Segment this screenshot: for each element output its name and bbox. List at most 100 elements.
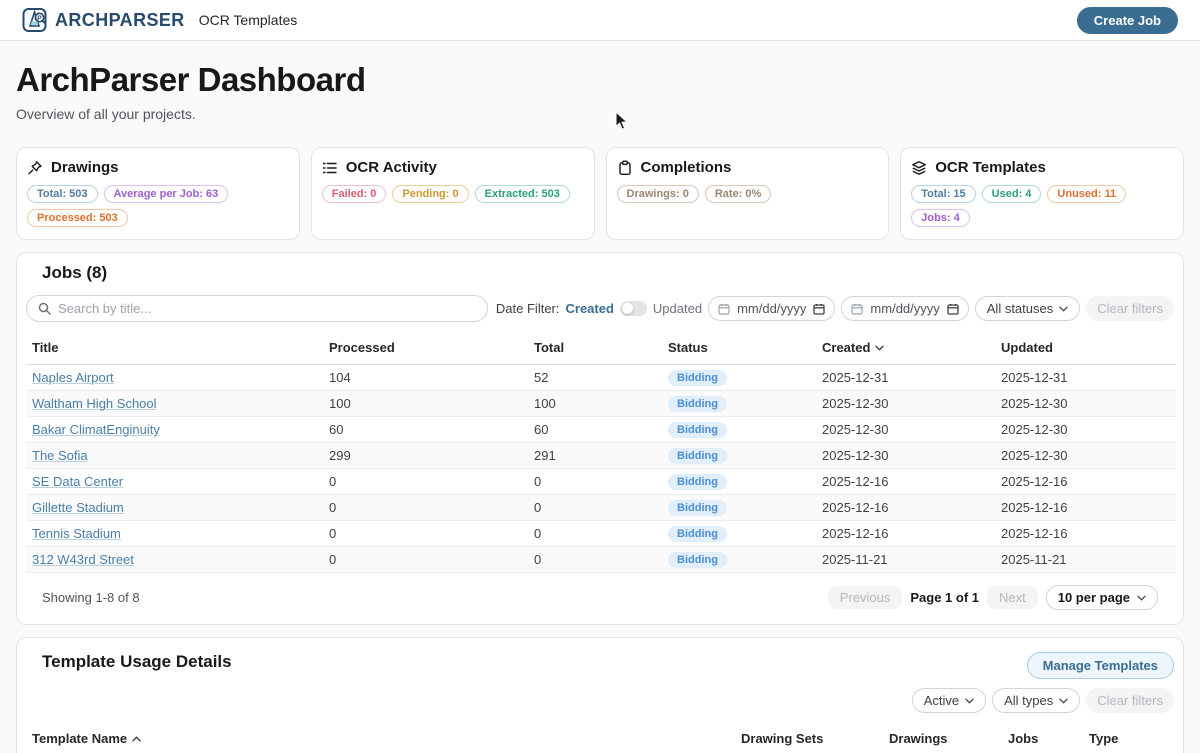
date-filter-toggle[interactable]: [620, 301, 647, 316]
job-title-link[interactable]: SE Data Center: [32, 474, 123, 489]
job-row: The Sofia 299 291 Bidding 2025-12-30 202…: [26, 443, 1176, 469]
job-status-badge: Bidding: [668, 396, 727, 412]
next-page-button[interactable]: Next: [987, 586, 1038, 609]
column-header-type[interactable]: Type: [1083, 725, 1176, 753]
job-title-cell: The Sofia: [26, 443, 323, 469]
job-status-badge: Bidding: [668, 500, 727, 516]
job-processed-cell: 60: [323, 417, 528, 443]
date-filter-label: Date Filter:: [496, 301, 560, 316]
stat-badge: Unused: 11: [1047, 185, 1126, 203]
column-header-created[interactable]: Created: [816, 334, 995, 365]
column-header-processed[interactable]: Processed: [323, 334, 528, 365]
job-status-cell: Bidding: [662, 495, 816, 521]
job-title-cell: Gillette Stadium: [26, 495, 323, 521]
job-updated-cell: 2025-12-30: [995, 417, 1176, 443]
column-header-updated[interactable]: Updated: [995, 334, 1176, 365]
job-status-badge: Bidding: [668, 448, 727, 464]
manage-templates-button[interactable]: Manage Templates: [1027, 652, 1174, 679]
stat-badge: Extracted: 503: [475, 185, 570, 203]
svg-text:P: P: [37, 15, 42, 22]
stat-badges: Total: 503Average per Job: 63Processed: …: [27, 185, 289, 227]
job-title-link[interactable]: 312 W43rd Street: [32, 552, 134, 567]
search-box: [26, 295, 488, 322]
job-title-link[interactable]: Tennis Stadium: [32, 526, 121, 541]
job-total-cell: 0: [528, 495, 662, 521]
column-header-drawings[interactable]: Drawings: [883, 725, 1002, 753]
clear-filters-button[interactable]: Clear filters: [1086, 296, 1174, 321]
stat-card-title: Drawings: [51, 159, 119, 176]
sort-desc-icon: [875, 345, 884, 351]
jobs-table-header: Title Processed Total Status Created Upd…: [26, 334, 1176, 365]
job-created-cell: 2025-12-30: [816, 443, 995, 469]
job-title-link[interactable]: The Sofia: [32, 448, 88, 463]
chevron-down-icon: [1059, 698, 1068, 704]
stat-card-completions: Completions Drawings: 0Rate: 0%: [606, 147, 890, 240]
calendar-icon: [851, 303, 863, 315]
templates-table-header: Template Name Drawing Sets Drawings Jobs…: [26, 725, 1176, 753]
per-page-dropdown[interactable]: 10 per page: [1046, 585, 1158, 610]
date-picker-icon[interactable]: [947, 303, 959, 315]
job-status-badge: Bidding: [668, 526, 727, 542]
stat-card-row: Drawings Total: 503Average per Job: 63Pr…: [16, 147, 1184, 240]
stat-badge: Used: 4: [982, 185, 1042, 203]
job-title-link[interactable]: Bakar ClimatEnginuity: [32, 422, 160, 437]
job-created-cell: 2025-12-31: [816, 365, 995, 391]
job-updated-cell: 2025-12-30: [995, 443, 1176, 469]
template-usage-section: Template Usage Details Manage Templates …: [16, 637, 1184, 753]
clear-filters-button[interactable]: Clear filters: [1086, 688, 1174, 713]
active-filter-label: Active: [924, 693, 959, 708]
status-filter-dropdown[interactable]: All statuses: [975, 296, 1080, 321]
column-header-template-name[interactable]: Template Name: [26, 725, 735, 753]
job-title-link[interactable]: Waltham High School: [32, 396, 157, 411]
job-processed-cell: 0: [323, 547, 528, 573]
column-header-title[interactable]: Title: [26, 334, 323, 365]
job-title-cell: Waltham High School: [26, 391, 323, 417]
stat-card-ocr-activity: OCR Activity Failed: 0Pending: 0Extracte…: [311, 147, 595, 240]
job-title-cell: 312 W43rd Street: [26, 547, 323, 573]
job-total-cell: 60: [528, 417, 662, 443]
search-input[interactable]: [58, 301, 476, 316]
stat-badges: Failed: 0Pending: 0Extracted: 503: [322, 185, 584, 203]
list-icon: [322, 160, 338, 176]
top-bar: P ARCHPARSER OCR Templates Create Job: [0, 0, 1200, 41]
jobs-title: Jobs (8): [26, 263, 1174, 283]
column-header-drawing-sets[interactable]: Drawing Sets: [735, 725, 883, 753]
create-job-button[interactable]: Create Job: [1077, 7, 1178, 34]
job-row: SE Data Center 0 0 Bidding 2025-12-16 20…: [26, 469, 1176, 495]
type-filter-dropdown[interactable]: All types: [992, 688, 1080, 713]
active-filter-dropdown[interactable]: Active: [912, 688, 986, 713]
job-status-cell: Bidding: [662, 391, 816, 417]
search-icon: [38, 302, 51, 315]
date-filter-created-label: Created: [566, 301, 614, 316]
stat-badges: Drawings: 0Rate: 0%: [617, 185, 879, 203]
page-subtitle: Overview of all your projects.: [16, 106, 1184, 122]
job-updated-cell: 2025-11-21: [995, 547, 1176, 573]
app-logo: P ARCHPARSER: [22, 7, 185, 34]
column-header-status[interactable]: Status: [662, 334, 816, 365]
stat-badge: Processed: 503: [27, 209, 128, 227]
stat-badge: Average per Job: 63: [104, 185, 229, 203]
status-filter-label: All statuses: [987, 301, 1053, 316]
stat-badge: Rate: 0%: [705, 185, 771, 203]
per-page-label: 10 per page: [1058, 590, 1130, 605]
stat-badges: Total: 15Used: 4Unused: 11Jobs: 4: [911, 185, 1173, 227]
stat-card-drawings: Drawings Total: 503Average per Job: 63Pr…: [16, 147, 300, 240]
page-label: OCR Templates: [199, 12, 298, 28]
job-title-link[interactable]: Gillette Stadium: [32, 500, 124, 515]
template-filters: Active All types Clear filters: [26, 688, 1174, 713]
date-picker-icon[interactable]: [813, 303, 825, 315]
job-processed-cell: 0: [323, 469, 528, 495]
job-created-cell: 2025-12-30: [816, 391, 995, 417]
date-to-input[interactable]: mm/dd/yyyy: [841, 296, 968, 321]
stat-badge: Jobs: 4: [911, 209, 970, 227]
job-row: Tennis Stadium 0 0 Bidding 2025-12-16 20…: [26, 521, 1176, 547]
templates-table: Template Name Drawing Sets Drawings Jobs…: [26, 725, 1176, 753]
previous-page-button[interactable]: Previous: [828, 586, 903, 609]
jobs-table-body: Naples Airport 104 52 Bidding 2025-12-31…: [26, 365, 1176, 573]
column-header-jobs[interactable]: Jobs: [1002, 725, 1083, 753]
job-title-link[interactable]: Naples Airport: [32, 370, 114, 385]
job-total-cell: 291: [528, 443, 662, 469]
column-header-total[interactable]: Total: [528, 334, 662, 365]
date-from-input[interactable]: mm/dd/yyyy: [708, 296, 835, 321]
sort-asc-icon: [132, 736, 141, 742]
